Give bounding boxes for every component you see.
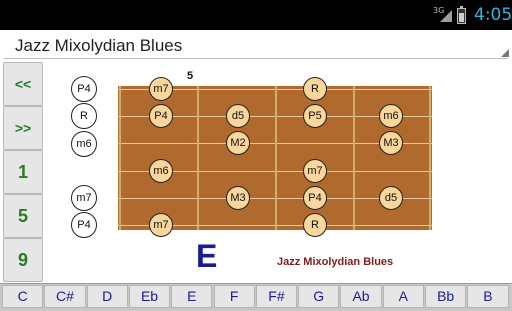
fret-line [119,86,121,230]
scale-note: P4 [149,104,173,128]
signal-icon [440,10,452,22]
fret-line [429,86,431,230]
key-button[interactable]: G [298,285,340,308]
scale-note: P5 [303,104,327,128]
previous-position-button[interactable]: << [3,62,43,106]
position-5-button[interactable]: 5 [3,194,43,238]
key-button[interactable]: C# [44,285,86,308]
open-string-note: m7 [71,185,97,211]
key-button[interactable]: D [86,285,128,308]
key-button[interactable]: E [171,285,213,308]
scale-note: M3 [379,131,403,155]
fret-line [197,86,199,230]
scale-note: R [303,77,327,101]
fret-line [275,86,277,230]
spinner-underline [4,58,508,59]
scale-selector[interactable]: Jazz Mixolydian Blues [0,30,512,61]
key-button[interactable]: F# [255,285,298,308]
key-button[interactable]: A [382,285,424,308]
scale-note: M3 [226,186,250,210]
scale-note: m6 [149,159,173,183]
scale-note: m7 [149,77,173,101]
scale-note: m7 [303,159,327,183]
key-button[interactable]: Bb [425,285,467,308]
open-string-note: m6 [71,131,97,157]
selected-key: E [196,238,218,274]
scale-note: P4 [303,186,327,210]
start-fret-number: 5 [187,70,194,82]
key-button[interactable]: F [213,285,255,308]
key-button[interactable]: B [467,285,509,308]
position-1-button[interactable]: 1 [3,150,43,194]
scale-name-label: Jazz Mixolydian Blues [277,256,394,268]
next-position-button[interactable]: >> [3,106,43,150]
position-9-button[interactable]: 9 [3,238,43,282]
fret-line [353,86,355,230]
key-button[interactable]: C [2,285,44,308]
scale-note: m7 [149,213,173,237]
dropdown-arrow-icon [501,49,509,57]
clock: 4:05 [474,5,512,25]
scale-note: d5 [379,186,403,210]
scale-note: R [303,213,327,237]
battery-icon [457,6,466,24]
open-string-note: R [71,103,97,129]
scale-note: m6 [379,104,403,128]
open-string-note: P4 [71,76,97,102]
key-button[interactable]: Ab [340,285,382,308]
scale-note: d5 [226,104,250,128]
open-string-note: P4 [71,212,97,238]
scale-selector-value: Jazz Mixolydian Blues [15,36,183,55]
scale-note: M2 [226,131,250,155]
key-button[interactable]: Eb [128,285,171,308]
status-bar: 3G 4:05 [0,0,512,30]
